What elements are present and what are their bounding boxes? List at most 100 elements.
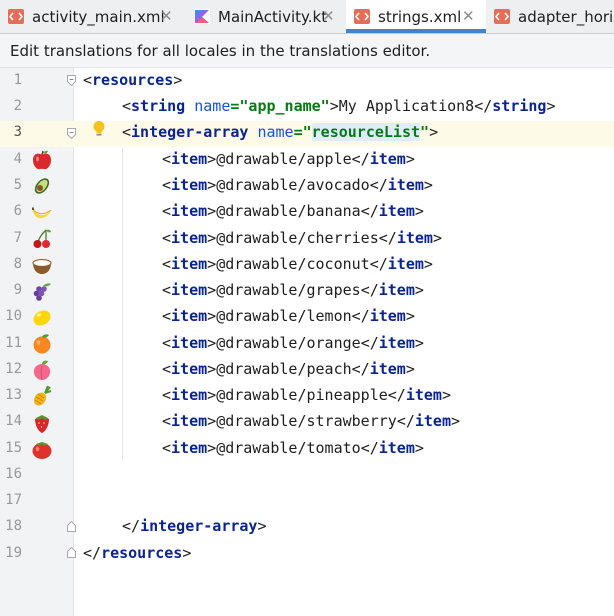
tab-strings-xml[interactable]: strings.xml ✕ (346, 0, 486, 33)
orange-icon (33, 334, 51, 354)
code-line[interactable]: <string name="app_name">My Application8<… (122, 97, 556, 115)
item-value: @drawable/orange (216, 334, 361, 352)
tag-bracket: </ (122, 517, 141, 535)
item-line[interactable]: <item>@drawable/grapes</item> (162, 281, 424, 299)
line-number: 4 (13, 151, 22, 167)
equals-sign: = (293, 123, 303, 141)
apple-icon (33, 150, 51, 170)
unfold-icon[interactable] (67, 521, 76, 532)
item-line[interactable]: <item>@drawable/banana</item> (162, 202, 424, 220)
tag-bracket: > (429, 123, 439, 141)
close-icon[interactable]: ✕ (160, 7, 173, 25)
tab-activity-main-xml[interactable]: activity_main.xml ✕ (0, 0, 186, 33)
item-value: @drawable/peach (216, 360, 352, 378)
code-line[interactable]: <resources> (83, 71, 182, 89)
coconut-icon (32, 259, 52, 274)
pineapple-icon (33, 385, 52, 406)
fold-icon[interactable] (67, 75, 76, 86)
xml-file-icon (494, 9, 510, 24)
tag-bracket: > (182, 544, 192, 562)
kotlin-file-icon (194, 9, 210, 24)
avocado-icon (34, 178, 50, 194)
editor-tab-bar: activity_main.xml ✕ MainActivity.kt ✕ st… (0, 0, 614, 33)
translations-editor-banner: Edit translations for all locales in the… (0, 34, 614, 68)
item-line[interactable]: <item>@drawable/tomato</item> (162, 439, 424, 457)
line-number: 18 (5, 518, 22, 534)
tag-bracket: > (329, 97, 339, 115)
line-number: 9 (13, 282, 22, 298)
close-icon[interactable]: ✕ (322, 7, 335, 25)
item-value: @drawable/tomato (216, 439, 361, 457)
banana-icon (32, 207, 52, 219)
item-value: @drawable/pineapple (216, 386, 388, 404)
tag-bracket: > (173, 71, 183, 89)
line-number: 5 (13, 177, 22, 193)
indent-guide (122, 148, 123, 460)
line-number: 19 (5, 545, 22, 561)
line-number: 11 (5, 335, 22, 351)
tab-label: MainActivity.kt (218, 8, 328, 26)
line-number: 12 (5, 361, 22, 377)
tab-adapter-horiz[interactable]: adapter_horiz (486, 0, 614, 33)
line-number: 7 (13, 230, 22, 246)
item-line[interactable]: <item>@drawable/peach</item> (162, 360, 415, 378)
grapes-icon (33, 283, 51, 301)
item-value: @drawable/avocado (216, 176, 370, 194)
line-number: 15 (5, 440, 22, 456)
item-line[interactable]: <item>@drawable/avocado</item> (162, 176, 433, 194)
tomato-icon (32, 442, 52, 459)
tag-name: resources (92, 71, 174, 89)
item-line[interactable]: <item>@drawable/pineapple</item> (162, 386, 451, 404)
item-value: @drawable/strawberry (216, 412, 397, 430)
fold-icon[interactable] (67, 128, 76, 139)
attribute-name: name (257, 123, 294, 141)
item-value: @drawable/grapes (216, 281, 361, 299)
peach-icon (33, 360, 51, 380)
unfold-icon[interactable] (67, 547, 76, 558)
line-number: 16 (5, 466, 22, 482)
line-number: 8 (13, 256, 22, 272)
tag-bracket: < (83, 71, 93, 89)
line-number: 14 (5, 413, 22, 429)
item-line[interactable]: <item>@drawable/strawberry</item> (162, 412, 460, 430)
banner-text: Edit translations for all locales in the… (10, 42, 431, 60)
code-line[interactable]: </resources> (83, 544, 191, 562)
gutter-divider (73, 68, 74, 616)
tab-label: activity_main.xml (32, 8, 165, 26)
strawberry-icon (35, 415, 49, 433)
line-number: 10 (5, 308, 22, 324)
item-line[interactable]: <item>@drawable/coconut</item> (162, 255, 433, 273)
xml-file-icon (8, 9, 24, 24)
item-value: @drawable/banana (216, 202, 361, 220)
cherries-icon (33, 229, 51, 248)
tag-bracket: < (122, 97, 132, 115)
code-line[interactable]: <integer-array name="resourceList"> (122, 123, 438, 141)
lemon-icon (33, 310, 51, 326)
attribute-value: resourceList (311, 123, 421, 141)
lightbulb-icon[interactable] (92, 120, 106, 138)
line-number: 6 (13, 203, 22, 219)
line-number: 13 (5, 387, 22, 403)
item-line[interactable]: <item>@drawable/orange</item> (162, 334, 424, 352)
tag-name: string (492, 97, 547, 115)
item-line[interactable]: <item>@drawable/lemon</item> (162, 307, 415, 325)
xml-file-icon (354, 9, 370, 24)
tag-bracket: </ (83, 544, 102, 562)
code-line[interactable]: </integer-array> (122, 517, 267, 535)
tag-name: integer-array (131, 123, 249, 141)
tag-bracket: > (257, 517, 267, 535)
line-number: 1 (13, 72, 22, 88)
close-icon[interactable]: ✕ (462, 7, 475, 25)
tab-label: adapter_horiz (518, 8, 614, 26)
item-value: @drawable/apple (216, 150, 352, 168)
tag-name: string (131, 97, 186, 115)
string-value: My Application8 (338, 97, 475, 115)
item-line[interactable]: <item>@drawable/cherries</item> (162, 229, 442, 247)
attribute-value: "app_name" (239, 97, 330, 115)
tab-label: strings.xml (378, 8, 462, 26)
item-value: @drawable/lemon (216, 307, 352, 325)
line-number: 3 (13, 124, 22, 140)
tab-mainactivity-kt[interactable]: MainActivity.kt ✕ (186, 0, 346, 33)
tag-name: integer-array (140, 517, 258, 535)
item-line[interactable]: <item>@drawable/apple</item> (162, 150, 415, 168)
